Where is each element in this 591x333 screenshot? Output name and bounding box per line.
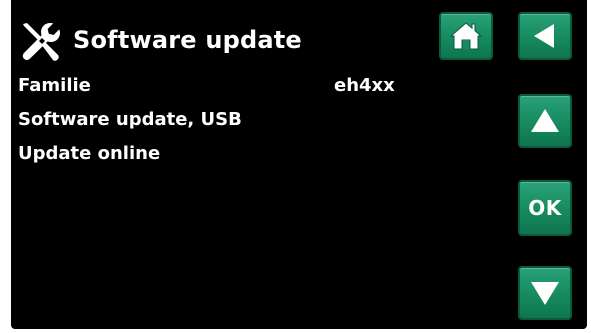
- ok-button[interactable]: OK: [518, 180, 572, 236]
- ok-label: OK: [528, 196, 562, 220]
- home-icon: [449, 22, 483, 50]
- scroll-up-button[interactable]: [518, 94, 572, 148]
- scroll-down-button[interactable]: [518, 266, 572, 320]
- menu-item-update-online[interactable]: Update online: [18, 141, 160, 167]
- menu-item-software-update-usb[interactable]: Software update, USB: [18, 107, 242, 133]
- header: Software update: [11, 0, 587, 72]
- menu-item-label: Software update, USB: [18, 109, 242, 130]
- back-button[interactable]: [518, 12, 572, 60]
- down-arrow-icon: [531, 282, 559, 305]
- tools-icon: [22, 23, 60, 61]
- home-button[interactable]: [439, 12, 493, 60]
- familie-value: eh4xx: [334, 75, 395, 96]
- up-arrow-icon: [531, 109, 559, 132]
- display-screen: Software update Familie eh4xx Software u…: [11, 0, 587, 329]
- menu-item-familie[interactable]: Familie: [18, 73, 91, 99]
- menu-item-label: Familie: [18, 75, 91, 96]
- menu-item-label: Update online: [18, 143, 161, 164]
- back-arrow-icon: [534, 24, 554, 48]
- page-title: Software update: [73, 26, 302, 54]
